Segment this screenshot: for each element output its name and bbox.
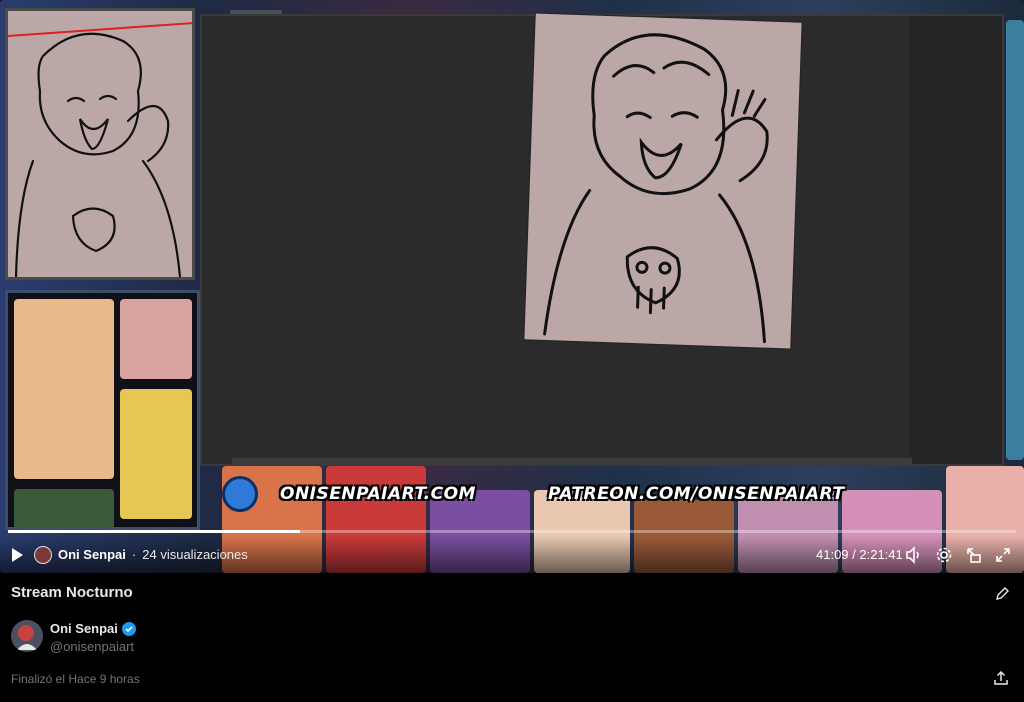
pencil-icon — [996, 587, 1009, 600]
background-art-tile — [1006, 20, 1024, 460]
preview-sketch — [14, 32, 182, 277]
view-count: 24 visualizaciones — [142, 547, 248, 562]
share-icon — [994, 670, 1008, 685]
dock-button[interactable] — [964, 536, 984, 573]
author-name-label: Oni Senpai — [50, 621, 118, 636]
avatar[interactable] — [11, 620, 43, 652]
time-display: 41:09 / 2:21:41 — [816, 547, 903, 562]
patreon-url-text: PATREON.COM/ONISENPAIART — [548, 484, 845, 504]
stream-status: Finalizó el Hace 9 horas — [11, 672, 140, 686]
character-sketch — [543, 33, 769, 344]
url-overlay: ONISENPAIART.COM PATREON.COM/ONISENPAIAR… — [222, 476, 852, 516]
canvas-side-panel — [910, 16, 1002, 464]
author-name-label: Oni Senpai — [58, 547, 126, 562]
separator: · — [131, 547, 137, 562]
globe-icon — [222, 476, 258, 512]
reference-art-tile — [14, 299, 114, 479]
fullscreen-icon — [996, 547, 1010, 562]
video-controls: Oni Senpai · 24 visualizaciones 41:09 / … — [0, 536, 1024, 573]
reference-art-tile — [14, 489, 114, 527]
avatar — [34, 545, 52, 564]
video-player[interactable]: ONISENPAIART.COM PATREON.COM/ONISENPAIAR… — [0, 0, 1024, 573]
sketch-canvas-paper — [524, 13, 802, 349]
play-button[interactable] — [10, 536, 28, 573]
avatar-image — [11, 620, 43, 652]
dock-icon — [967, 547, 981, 563]
share-button[interactable] — [993, 670, 1009, 686]
author-name[interactable]: Oni Senpai — [50, 621, 136, 636]
author-handle[interactable]: @onisenpaiart — [50, 639, 134, 654]
volume-icon — [906, 545, 919, 564]
reference-art-tile — [120, 389, 192, 519]
progress-bar[interactable] — [8, 530, 1016, 533]
stream-title: Stream Nocturno — [11, 584, 133, 601]
reference-art-panel — [5, 290, 200, 530]
canvas-scrollbar — [232, 458, 912, 464]
settings-button[interactable] — [934, 536, 954, 573]
volume-button[interactable] — [904, 536, 924, 573]
verified-badge-icon — [121, 621, 136, 636]
edit-button[interactable] — [994, 586, 1010, 602]
sketch-preview — [5, 8, 195, 280]
progress-fill — [8, 530, 301, 533]
video-author[interactable]: Oni Senpai · 24 visualizaciones — [34, 536, 248, 573]
play-icon — [12, 547, 23, 562]
website-url-text: ONISENPAIART.COM — [280, 484, 476, 504]
reference-art-tile — [120, 299, 192, 379]
fullscreen-button[interactable] — [993, 536, 1013, 573]
settings-icon — [936, 547, 952, 562]
